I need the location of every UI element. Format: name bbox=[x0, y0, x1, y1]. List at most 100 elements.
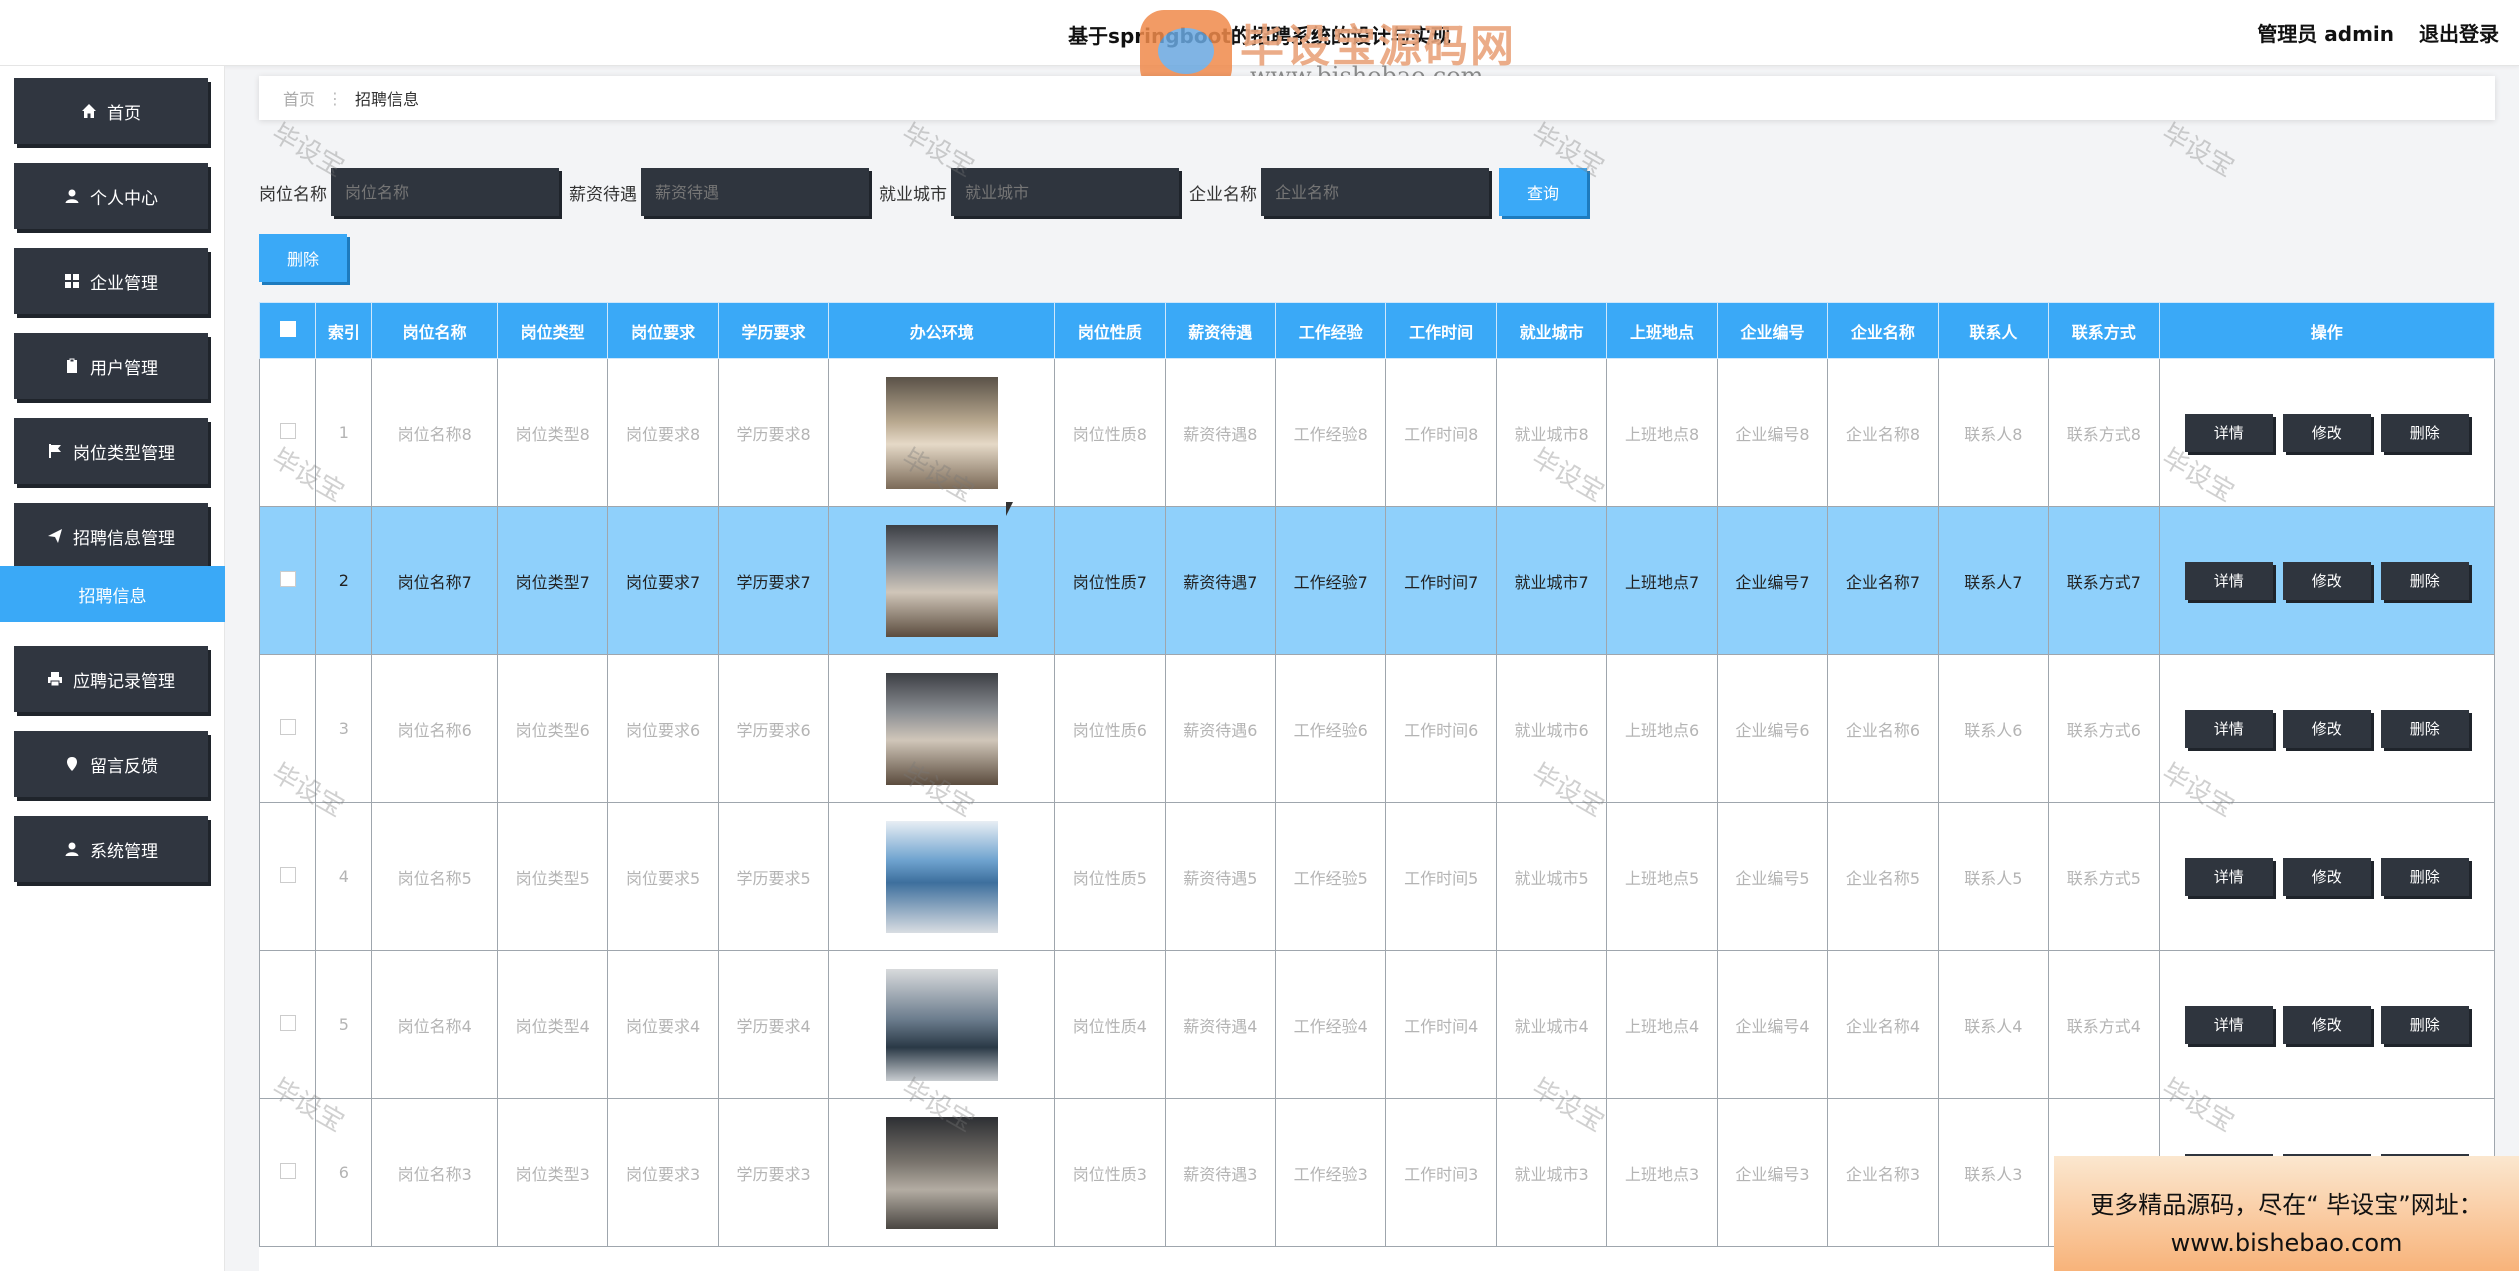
table-cell: 工作经验5 bbox=[1275, 802, 1387, 951]
table-cell: 企业名称8 bbox=[1827, 358, 1939, 507]
company-input[interactable] bbox=[1261, 168, 1489, 216]
table-cell: 就业城市8 bbox=[1495, 358, 1608, 507]
city-input[interactable] bbox=[951, 168, 1179, 216]
edit-button[interactable]: 修改 bbox=[2282, 561, 2371, 600]
table-cell: 企业名称5 bbox=[1827, 802, 1939, 951]
office-photo[interactable] bbox=[885, 968, 998, 1081]
office-photo[interactable] bbox=[885, 376, 998, 489]
table-cell: 学历要求7 bbox=[717, 506, 830, 655]
search-label-company: 企业名称 bbox=[1189, 184, 1257, 205]
sidebar-item-label: 招聘信息管理 bbox=[73, 528, 175, 549]
detail-button[interactable]: 详情 bbox=[2184, 709, 2273, 748]
office-photo-cell bbox=[828, 654, 1056, 803]
mouse-cursor-icon bbox=[1006, 502, 1013, 516]
clipboard-icon bbox=[67, 358, 77, 373]
sidebar-item-recruit-info[interactable]: 招聘信息管理 bbox=[14, 503, 208, 569]
user-icon bbox=[65, 189, 79, 203]
sidebar-item-company[interactable]: 企业管理 bbox=[14, 248, 208, 314]
sidebar-item-profile[interactable]: 个人中心 bbox=[14, 163, 208, 229]
row-checkbox[interactable] bbox=[279, 866, 296, 883]
breadcrumb-home[interactable]: 首页 bbox=[283, 86, 315, 110]
table-cell: 企业编号6 bbox=[1716, 654, 1829, 803]
user-icon bbox=[65, 842, 79, 856]
delete-button[interactable]: 删除 bbox=[2380, 561, 2469, 600]
edit-button[interactable]: 修改 bbox=[2282, 1005, 2371, 1044]
edit-button[interactable]: 修改 bbox=[2282, 413, 2371, 452]
table-cell: 上班地点7 bbox=[1606, 506, 1718, 655]
delete-button[interactable]: 删除 bbox=[2380, 857, 2469, 896]
table-row[interactable]: 3 岗位名称6 岗位类型6 岗位要求6 学历要求6 岗位性质6 薪资待遇6 工作经验6 工作时间… bbox=[259, 654, 2495, 803]
office-photo[interactable] bbox=[885, 524, 998, 637]
table-cell: 联系人3 bbox=[1937, 1098, 2050, 1247]
sidebar-item-label: 用户管理 bbox=[90, 358, 158, 379]
logout-link[interactable]: 退出登录 bbox=[2419, 22, 2499, 46]
col-header: 岗位要求 bbox=[607, 302, 719, 359]
table-cell: 学历要求5 bbox=[717, 802, 830, 951]
row-checkbox[interactable] bbox=[279, 1014, 296, 1031]
office-photo[interactable] bbox=[885, 1116, 998, 1229]
sidebar-item-home[interactable]: 首页 bbox=[14, 78, 208, 144]
row-checkbox[interactable] bbox=[279, 718, 296, 735]
table-cell: 岗位要求8 bbox=[607, 358, 719, 507]
table-row[interactable]: 1 岗位名称8 岗位类型8 岗位要求8 学历要求8 岗位性质8 薪资待遇8 工作经验8 工作时间… bbox=[259, 358, 2495, 507]
row-select-cell bbox=[259, 358, 317, 507]
detail-button[interactable]: 详情 bbox=[2184, 413, 2273, 452]
select-all-checkbox[interactable] bbox=[279, 320, 296, 337]
sidebar-item-users[interactable]: 用户管理 bbox=[14, 333, 208, 399]
table-cell: 上班地点8 bbox=[1606, 358, 1718, 507]
flag-icon bbox=[49, 444, 61, 458]
salary-input[interactable] bbox=[641, 168, 869, 216]
sidebar-item-applications[interactable]: 应聘记录管理 bbox=[14, 646, 208, 712]
sidebar-item-system[interactable]: 系统管理 bbox=[14, 816, 208, 882]
table-row[interactable]: 2 岗位名称7 岗位类型7 岗位要求7 学历要求7 岗位性质7 薪资待遇7 工作经验7 工作时间… bbox=[259, 506, 2495, 655]
col-header: 上班地点 bbox=[1606, 302, 1718, 359]
detail-button[interactable]: 详情 bbox=[2184, 857, 2273, 896]
row-checkbox[interactable] bbox=[279, 570, 296, 587]
table-cell: 企业名称6 bbox=[1827, 654, 1939, 803]
table-cell: 联系方式5 bbox=[2048, 802, 2160, 951]
bulk-delete-button[interactable]: 删除 bbox=[259, 234, 347, 282]
detail-button[interactable]: 详情 bbox=[2184, 1005, 2273, 1044]
table-cell: 岗位名称7 bbox=[371, 506, 498, 655]
table-cell: 就业城市3 bbox=[1495, 1098, 1608, 1247]
table-cell: 工作时间3 bbox=[1385, 1098, 1497, 1247]
delete-button[interactable]: 删除 bbox=[2380, 413, 2469, 452]
table-cell: 岗位名称4 bbox=[371, 950, 498, 1099]
col-header: 企业名称 bbox=[1827, 302, 1939, 359]
table-cell: 岗位性质5 bbox=[1054, 802, 1166, 951]
sidebar-item-job-types[interactable]: 岗位类型管理 bbox=[14, 418, 208, 484]
edit-button[interactable]: 修改 bbox=[2282, 709, 2371, 748]
promo-line2: www.bishebao.com bbox=[2170, 1229, 2403, 1257]
delete-button[interactable]: 删除 bbox=[2380, 1005, 2469, 1044]
col-header: 办公环境 bbox=[828, 302, 1056, 359]
table-cell: 岗位性质4 bbox=[1054, 950, 1166, 1099]
job-name-input[interactable] bbox=[331, 168, 559, 216]
office-photo[interactable] bbox=[885, 820, 998, 933]
detail-button[interactable]: 详情 bbox=[2184, 561, 2273, 600]
col-header: 企业编号 bbox=[1716, 302, 1829, 359]
row-checkbox[interactable] bbox=[279, 1162, 296, 1179]
user-label: 管理员 admin bbox=[2257, 22, 2395, 46]
table-cell: 岗位名称5 bbox=[371, 802, 498, 951]
table-cell: 上班地点4 bbox=[1606, 950, 1718, 1099]
printer-icon bbox=[48, 672, 62, 687]
table-cell: 联系方式4 bbox=[2048, 950, 2160, 1099]
table-cell: 联系人7 bbox=[1937, 506, 2050, 655]
edit-button[interactable]: 修改 bbox=[2282, 857, 2371, 896]
query-button[interactable]: 查询 bbox=[1499, 168, 1587, 216]
table-cell: 工作经验6 bbox=[1275, 654, 1387, 803]
table-cell: 岗位性质8 bbox=[1054, 358, 1166, 507]
sidebar-item-feedback[interactable]: 留言反馈 bbox=[14, 731, 208, 797]
table-cell: 就业城市5 bbox=[1495, 802, 1608, 951]
office-photo[interactable] bbox=[885, 672, 998, 785]
table-row[interactable]: 5 岗位名称4 岗位类型4 岗位要求4 学历要求4 岗位性质4 薪资待遇4 工作经验4 工作时间… bbox=[259, 950, 2495, 1099]
delete-button[interactable]: 删除 bbox=[2380, 709, 2469, 748]
table-row[interactable]: 4 岗位名称5 岗位类型5 岗位要求5 学历要求5 岗位性质5 薪资待遇5 工作经验5 工作时间… bbox=[259, 802, 2495, 951]
row-index: 4 bbox=[315, 802, 373, 951]
promo-banner[interactable]: 更多精品源码，尽在“ 毕设宝”网址： www.bishebao.com bbox=[2054, 1156, 2519, 1271]
breadcrumb-current: 招聘信息 bbox=[355, 90, 420, 109]
table-cell: 岗位类型8 bbox=[496, 358, 609, 507]
row-checkbox[interactable] bbox=[279, 422, 296, 439]
sidebar-subitem-recruit-info[interactable]: 招聘信息 bbox=[0, 566, 225, 622]
sidebar-item-label: 应聘记录管理 bbox=[73, 671, 175, 692]
